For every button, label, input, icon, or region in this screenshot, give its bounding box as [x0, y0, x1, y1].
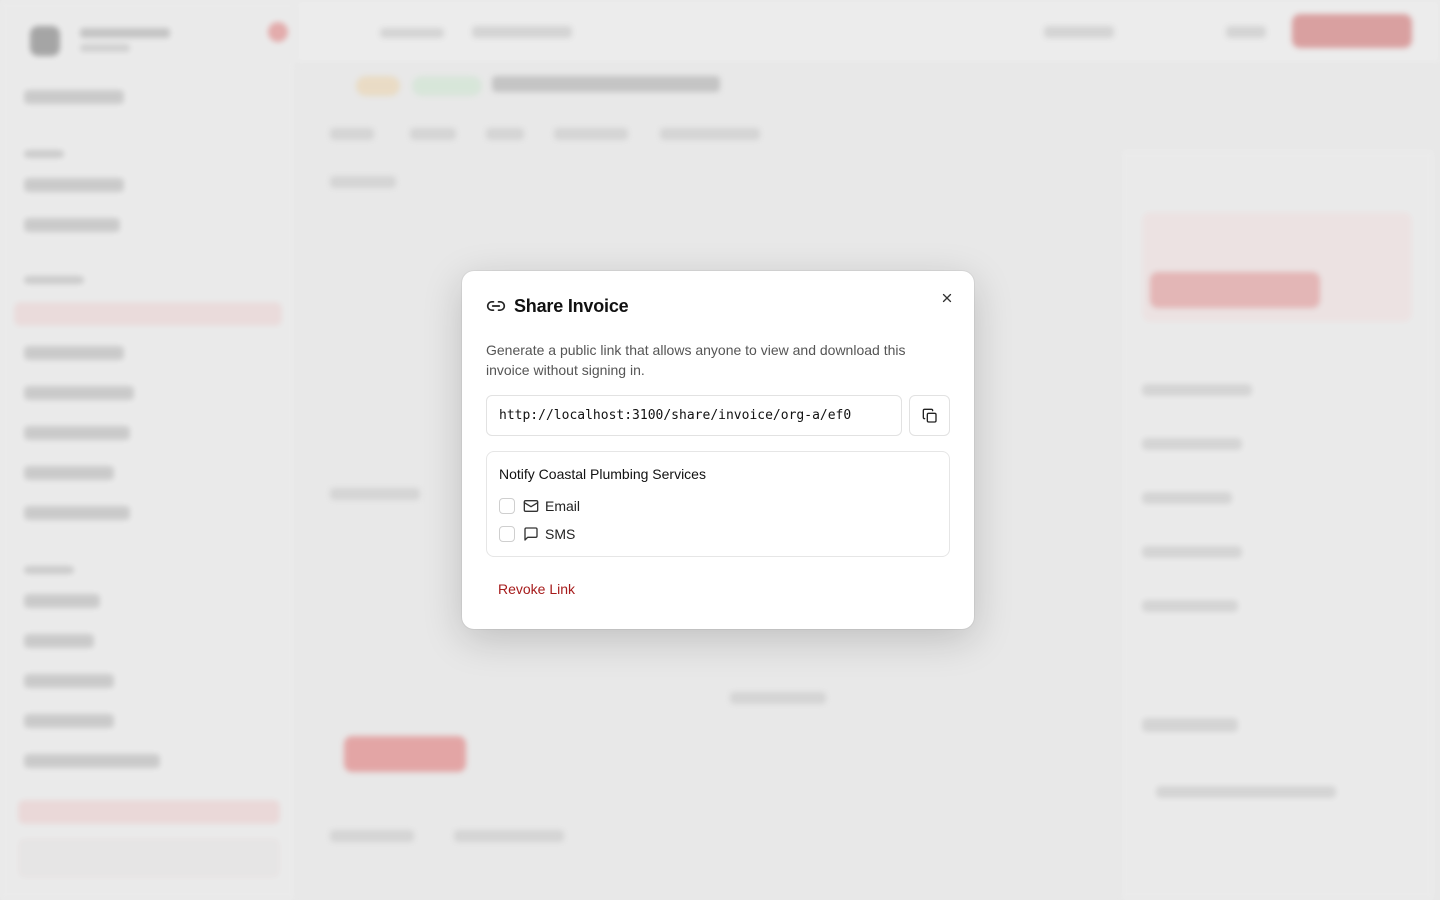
close-icon: [940, 291, 954, 305]
dialog-title: Share Invoice: [514, 295, 629, 316]
share-link-row: [486, 395, 950, 436]
notify-title: Notify Coastal Plumbing Services: [499, 466, 706, 482]
sms-checkbox[interactable]: [499, 526, 515, 542]
revoke-link-button[interactable]: Revoke Link: [498, 580, 575, 598]
link-icon: [486, 296, 506, 316]
share-link-input[interactable]: [486, 395, 902, 436]
mail-icon: [523, 498, 539, 514]
dialog-description: Generate a public link that allows anyon…: [486, 342, 906, 378]
dialog-header: Share Invoice: [486, 295, 629, 317]
notify-email-option[interactable]: Email: [499, 497, 580, 515]
message-icon: [523, 526, 539, 542]
share-invoice-dialog: Share Invoice Generate a public link tha…: [462, 271, 974, 629]
email-label: Email: [545, 498, 581, 514]
copy-icon: [922, 408, 938, 424]
close-button[interactable]: [936, 287, 958, 309]
copy-link-button[interactable]: [909, 395, 950, 436]
notify-customer-box: Notify Coastal Plumbing Services Email S…: [486, 451, 950, 557]
sms-label: SMS: [545, 526, 576, 542]
notify-sms-option[interactable]: SMS: [499, 525, 575, 543]
email-checkbox[interactable]: [499, 498, 515, 514]
